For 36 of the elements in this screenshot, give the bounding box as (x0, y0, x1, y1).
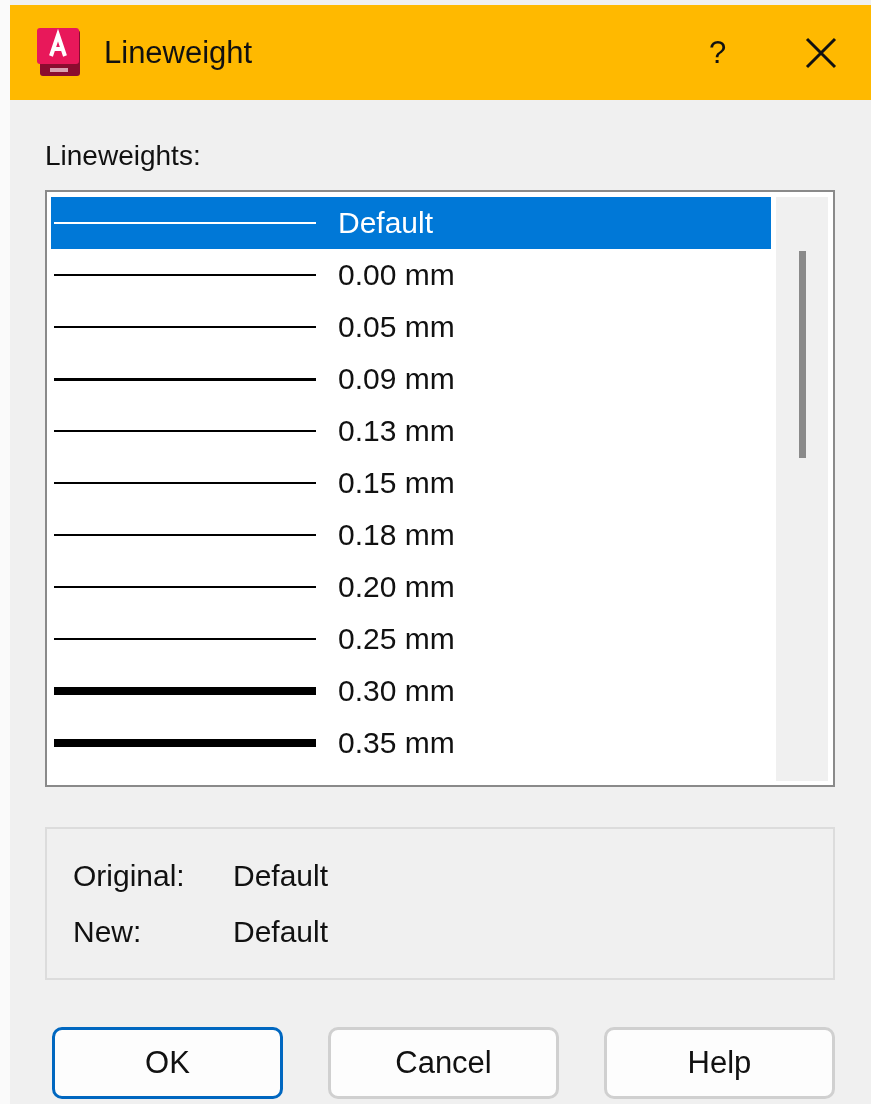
list-label: Lineweights: (45, 140, 202, 172)
list-item[interactable]: 0.09 mm (51, 353, 771, 405)
info-value: Default (233, 858, 330, 893)
info-label: Original: (73, 858, 186, 893)
list-item[interactable]: Default (51, 197, 771, 249)
list-item[interactable]: 0.20 mm (51, 561, 771, 613)
close-icon (805, 36, 837, 69)
lineweight-label: Default (338, 206, 434, 240)
lineweight-label: 0.20 mm (338, 570, 455, 604)
dialog-button[interactable]: OK (52, 1027, 283, 1099)
list-item[interactable]: 0.30 mm (51, 665, 771, 717)
lineweight-label: 0.05 mm (338, 310, 455, 344)
list-item[interactable]: 0.15 mm (51, 457, 771, 509)
lineweight-label: 0.35 mm (338, 726, 455, 760)
lineweight-label: 0.13 mm (338, 414, 455, 448)
list-item[interactable]: 0.00 mm (51, 249, 771, 301)
window-title: Lineweight (104, 34, 254, 71)
list-item[interactable]: 0.35 mm (51, 717, 771, 769)
lineweight-label: 0.00 mm (338, 258, 455, 292)
scroll-thumb[interactable] (798, 251, 806, 458)
lineweight-label: 0.18 mm (338, 518, 455, 552)
list-item[interactable]: 0.25 mm (51, 613, 771, 665)
list-item[interactable]: 0.18 mm (51, 509, 771, 561)
scrollbar[interactable] (776, 197, 828, 781)
dialog-button[interactable]: Help (604, 1027, 835, 1099)
help-button[interactable]: ? (709, 34, 769, 71)
info-value: Default (233, 914, 330, 949)
info-label: New: (73, 914, 143, 949)
lineweight-label: 0.15 mm (338, 466, 455, 500)
lineweight-label: 0.30 mm (338, 674, 455, 708)
list-item[interactable]: 0.13 mm (51, 405, 771, 457)
dialog-button[interactable]: Cancel (328, 1027, 559, 1099)
list-item[interactable]: 0.05 mm (51, 301, 771, 353)
lineweight-label: 0.25 mm (338, 622, 455, 656)
app-logo-icon (36, 27, 82, 78)
lineweight-label: 0.09 mm (338, 362, 455, 396)
